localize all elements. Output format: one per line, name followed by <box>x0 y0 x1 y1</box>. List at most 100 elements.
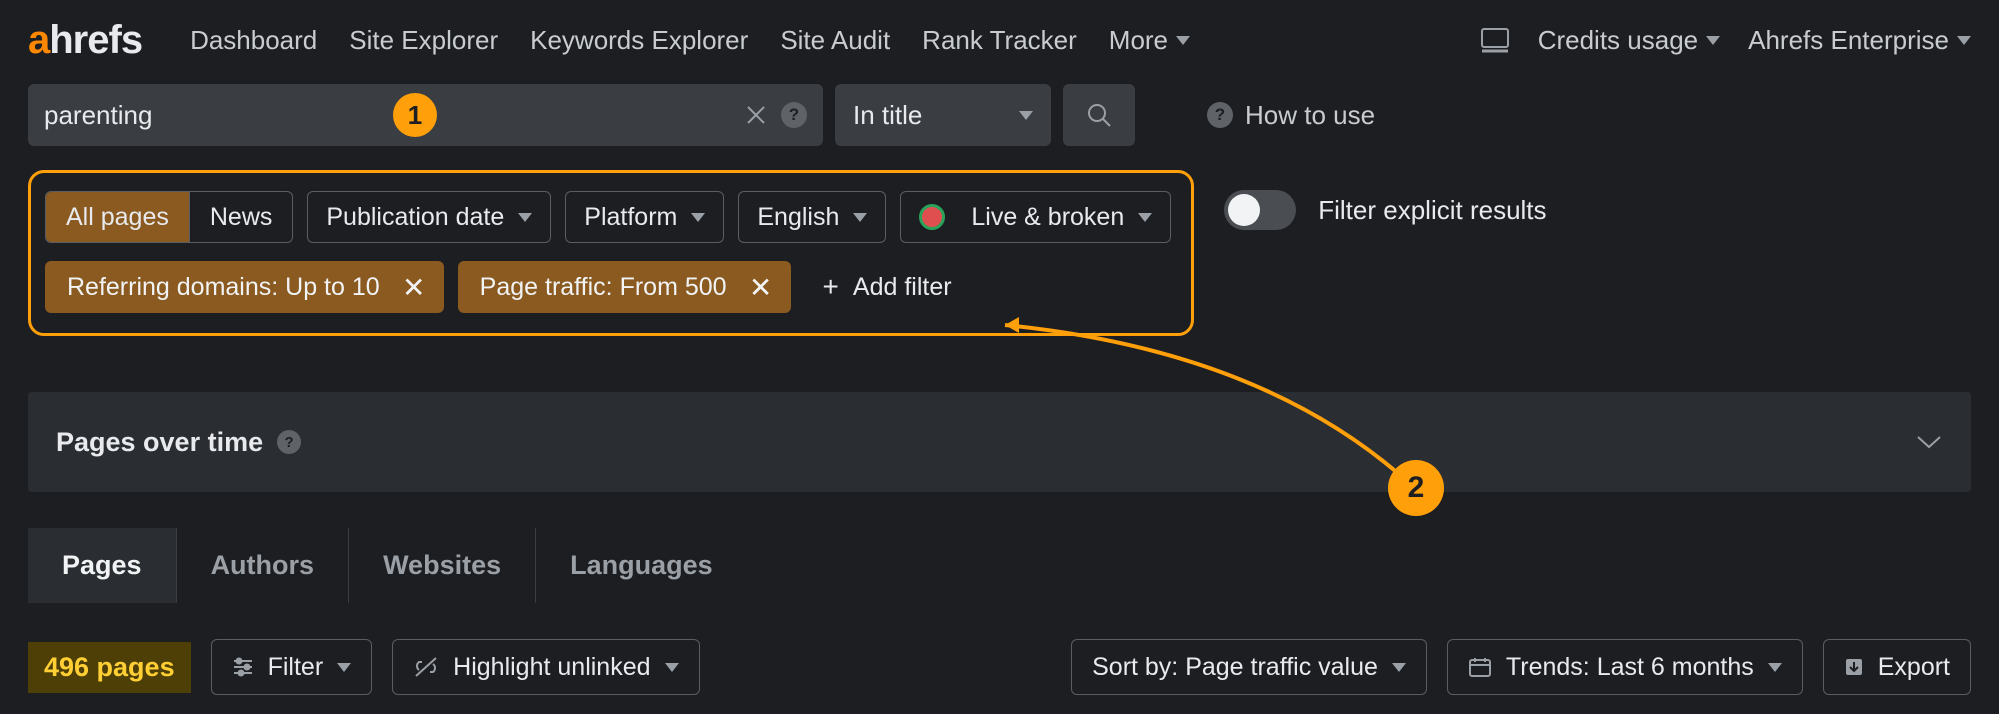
nav-more-label: More <box>1109 25 1168 56</box>
nav-keywords-explorer[interactable]: Keywords Explorer <box>530 25 748 56</box>
results-toolbar: 496 pages Filter Highlight unlinked Sort… <box>28 639 1971 695</box>
nav-site-explorer[interactable]: Site Explorer <box>349 25 498 56</box>
live-broken-filter[interactable]: Live & broken <box>900 191 1171 243</box>
explicit-toggle-row: Filter explicit results <box>1224 190 1546 230</box>
sort-button[interactable]: Sort by: Page traffic value <box>1071 639 1427 695</box>
search-mode-select[interactable]: In title <box>835 84 1051 146</box>
publication-date-label: Publication date <box>326 203 504 232</box>
chip-referring-domains[interactable]: Referring domains: Up to 10 ✕ <box>45 261 444 313</box>
filter-button[interactable]: Filter <box>211 639 373 695</box>
credits-label: Credits usage <box>1538 25 1698 56</box>
download-icon <box>1844 657 1864 677</box>
trends-button[interactable]: Trends: Last 6 months <box>1447 639 1803 695</box>
highlight-unlinked-label: Highlight unlinked <box>453 653 650 682</box>
tabs: Pages Authors Websites Languages <box>28 528 1971 603</box>
chevron-down-icon <box>1706 36 1720 45</box>
nav-more[interactable]: More <box>1109 25 1190 56</box>
segment-news[interactable]: News <box>189 192 293 242</box>
close-icon[interactable]: ✕ <box>398 271 430 304</box>
filters-panel: All pages News Publication date Platform… <box>28 170 1194 336</box>
chip-page-traffic[interactable]: Page traffic: From 500 ✕ <box>458 261 791 313</box>
nav-site-audit[interactable]: Site Audit <box>780 25 890 56</box>
nav-rank-tracker[interactable]: Rank Tracker <box>922 25 1077 56</box>
search-button[interactable] <box>1063 84 1135 146</box>
search-icon <box>1086 102 1112 128</box>
tab-pages[interactable]: Pages <box>28 528 177 603</box>
search-row: 1 ? In title ? How to use <box>0 80 1999 170</box>
filter-button-label: Filter <box>268 653 324 682</box>
chevron-down-icon[interactable] <box>1915 433 1943 451</box>
tab-authors[interactable]: Authors <box>177 528 350 603</box>
sort-label: Sort by: Page traffic value <box>1092 653 1378 682</box>
nav-right: Credits usage Ahrefs Enterprise <box>1480 25 1971 56</box>
logo-a: a <box>28 18 49 63</box>
trends-label: Trends: Last 6 months <box>1506 653 1754 682</box>
close-icon <box>745 104 767 126</box>
chevron-down-icon <box>853 213 867 222</box>
calendar-icon <box>1468 656 1492 678</box>
page-type-segment: All pages News <box>45 191 293 243</box>
search-mode-label: In title <box>853 100 922 131</box>
chevron-down-icon <box>1768 663 1782 672</box>
close-icon[interactable]: ✕ <box>745 271 777 304</box>
language-label: English <box>757 203 839 232</box>
language-filter[interactable]: English <box>738 191 886 243</box>
platform-label: Platform <box>584 203 677 232</box>
chip-page-traffic-label: Page traffic: From 500 <box>480 273 727 302</box>
chevron-down-icon <box>518 213 532 222</box>
clear-input-button[interactable] <box>745 104 767 126</box>
highlight-unlinked-button[interactable]: Highlight unlinked <box>392 639 699 695</box>
chevron-down-icon <box>665 663 679 672</box>
help-icon[interactable]: ? <box>781 102 807 128</box>
logo[interactable]: ahrefs <box>28 18 142 63</box>
filter-icon <box>232 657 254 677</box>
panel-title: Pages over time ? <box>56 427 301 458</box>
panel-title-text: Pages over time <box>56 427 263 458</box>
publication-date-filter[interactable]: Publication date <box>307 191 551 243</box>
device-icon[interactable] <box>1480 27 1510 53</box>
account-menu[interactable]: Ahrefs Enterprise <box>1748 25 1971 56</box>
annotation-badge-1: 1 <box>393 93 437 137</box>
filters-area: All pages News Publication date Platform… <box>0 170 1999 336</box>
how-to-use-link[interactable]: ? How to use <box>1207 100 1375 131</box>
results-count: 496 pages <box>28 642 191 693</box>
export-label: Export <box>1878 653 1950 682</box>
tab-websites[interactable]: Websites <box>349 528 536 603</box>
account-label: Ahrefs Enterprise <box>1748 25 1949 56</box>
chevron-down-icon <box>691 213 705 222</box>
chevron-down-icon <box>1957 36 1971 45</box>
toggle-knob <box>1228 194 1260 226</box>
export-button[interactable]: Export <box>1823 639 1971 695</box>
chevron-down-icon <box>337 663 351 672</box>
logo-rest: hrefs <box>49 18 142 63</box>
add-filter-button[interactable]: + Add filter <box>805 261 970 313</box>
unlinked-icon <box>413 656 439 678</box>
help-icon[interactable]: ? <box>277 430 301 454</box>
chevron-down-icon <box>1138 213 1152 222</box>
how-to-use-label: How to use <box>1245 100 1375 131</box>
platform-filter[interactable]: Platform <box>565 191 724 243</box>
explicit-toggle[interactable] <box>1224 190 1296 230</box>
chevron-down-icon <box>1176 36 1190 45</box>
filter-row-1: All pages News Publication date Platform… <box>45 191 1171 243</box>
credits-usage[interactable]: Credits usage <box>1538 25 1720 56</box>
search-box: 1 ? <box>28 84 823 146</box>
nav-links: Dashboard Site Explorer Keywords Explore… <box>190 25 1190 56</box>
segment-all-pages[interactable]: All pages <box>46 192 189 242</box>
live-broken-label: Live & broken <box>971 203 1124 232</box>
add-filter-label: Add filter <box>853 273 952 302</box>
filter-row-2: Referring domains: Up to 10 ✕ Page traff… <box>45 261 1171 313</box>
chevron-down-icon <box>1392 663 1406 672</box>
tab-languages[interactable]: Languages <box>536 528 747 603</box>
chip-referring-domains-label: Referring domains: Up to 10 <box>67 273 380 302</box>
explicit-toggle-label: Filter explicit results <box>1318 195 1546 226</box>
pages-over-time-panel[interactable]: Pages over time ? <box>28 392 1971 492</box>
search-input[interactable] <box>44 100 379 131</box>
top-nav: ahrefs Dashboard Site Explorer Keywords … <box>0 0 1999 80</box>
plus-icon: + <box>823 271 839 303</box>
chevron-down-icon <box>1019 111 1033 120</box>
annotation-badge-2: 2 <box>1388 460 1444 516</box>
nav-dashboard[interactable]: Dashboard <box>190 25 317 56</box>
annotation-arrow <box>1005 320 1435 500</box>
live-broken-icon <box>919 204 945 230</box>
